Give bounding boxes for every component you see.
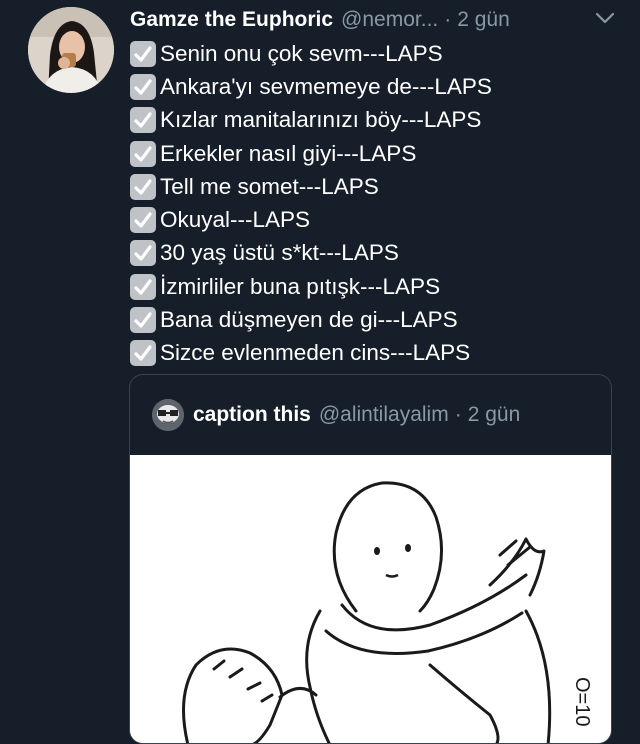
quoted-tweet-header: caption this @alintilayalim · 2 gün	[152, 399, 520, 431]
tweet-line-text: Erkekler nasıl giyi---LAPS	[160, 140, 417, 166]
check-mark-icon	[130, 207, 156, 234]
tweet-line: Kızlar manitalarınızı böy---LAPS	[130, 104, 492, 137]
quoted-media-image[interactable]: O=10	[130, 455, 611, 743]
author-display-name[interactable]: Gamze the Euphoric	[130, 8, 333, 32]
check-mark-icon	[130, 173, 156, 200]
tweet-text: Senin onu çok sevm---LAPS Ankara'yı sevme…	[130, 37, 492, 370]
tweet-line-text: 30 yaş üstü s*kt---LAPS	[160, 240, 399, 266]
tweet-line: Senin onu çok sevm---LAPS	[130, 37, 492, 70]
tweet-header: Gamze the Euphoric @nemor... · 2 gün	[130, 3, 510, 37]
check-mark-icon	[130, 107, 156, 134]
author-handle[interactable]: @nemor...	[341, 8, 438, 32]
artist-signature: O=10	[571, 677, 593, 726]
separator-dot: ·	[454, 403, 462, 426]
check-mark-icon	[130, 140, 156, 167]
tweet-line: Ankara'yı sevmemeye de---LAPS	[130, 70, 492, 103]
chevron-down-icon[interactable]	[594, 10, 616, 26]
quoted-timestamp[interactable]: 2 gün	[468, 403, 521, 427]
tweet-line-text: Kızlar manitalarınızı böy---LAPS	[160, 107, 482, 133]
check-mark-icon	[130, 340, 156, 367]
check-mark-icon	[130, 307, 156, 334]
tweet-line-text: Ankara'yı sevmemeye de---LAPS	[160, 73, 492, 99]
tweet-line: İzmirliler buna pıtışk---LAPS	[130, 270, 492, 303]
tweet-line: 30 yaş üstü s*kt---LAPS	[130, 237, 492, 270]
check-mark-icon	[130, 240, 156, 267]
quoted-author-avatar[interactable]	[152, 399, 184, 431]
tweet-line-text: İzmirliler buna pıtışk---LAPS	[160, 273, 441, 299]
tweet-line-text: Bana düşmeyen de gi---LAPS	[160, 307, 458, 333]
quoted-display-name[interactable]: caption this	[193, 403, 311, 427]
tweet-line-text: Senin onu çok sevm---LAPS	[160, 40, 443, 66]
quoted-handle[interactable]: @alintilayalim	[319, 403, 449, 427]
check-mark-icon	[130, 273, 156, 300]
check-mark-icon	[130, 40, 156, 67]
tweet-line-text: Tell me somet---LAPS	[160, 173, 379, 199]
tweet-line-text: Okuyal---LAPS	[160, 207, 311, 233]
tweet-line: Okuyal---LAPS	[130, 203, 492, 236]
tweet-timestamp[interactable]: 2 gün	[457, 8, 510, 32]
check-mark-icon	[130, 73, 156, 100]
author-avatar[interactable]	[28, 7, 114, 93]
tweet-line: Sizce evlenmeden cins---LAPS	[130, 337, 492, 370]
tweet-line: Erkekler nasıl giyi---LAPS	[130, 137, 492, 170]
tweet-line-text: Sizce evlenmeden cins---LAPS	[160, 340, 471, 366]
tweet-line: Tell me somet---LAPS	[130, 170, 492, 203]
quoted-tweet-card[interactable]: caption this @alintilayalim · 2 gün O=10	[129, 374, 612, 744]
separator-dot: ·	[444, 8, 452, 31]
tweet-line: Bana düşmeyen de gi---LAPS	[130, 303, 492, 336]
